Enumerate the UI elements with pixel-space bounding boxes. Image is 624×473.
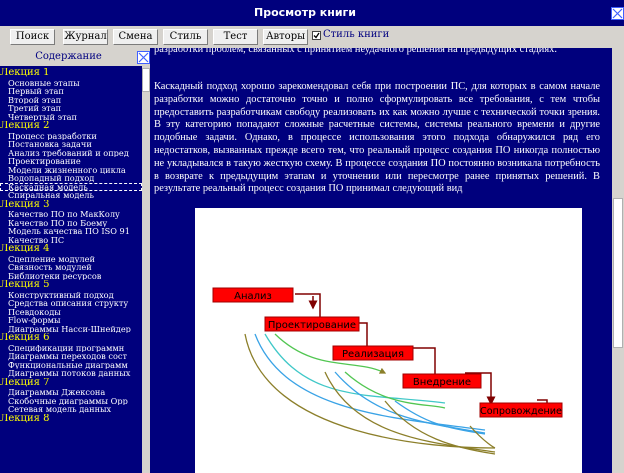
close-icon[interactable] [611,7,624,20]
sidebar-item[interactable]: Псевдокоды [0,308,142,317]
style-button[interactable]: Стиль [163,29,208,45]
content-scrollbar[interactable] [612,48,624,473]
sidebar-item[interactable]: Спецификации программн [0,344,142,353]
sidebar-item[interactable]: Каскадная модель [0,182,142,191]
sidebar-lecture-heading[interactable]: Лекция 3 [0,200,142,211]
book-style-label: Стиль книги [323,29,390,40]
sidebar-scroll-thumb[interactable] [142,68,150,92]
sidebar-item[interactable]: Анализ требований и опред [0,149,142,158]
contents-title: Содержание [35,51,102,62]
title-bar: Просмотр книги [0,0,624,26]
test-button[interactable]: Тест [213,29,258,45]
stage-label: Внедрение [413,377,471,388]
sidebar-scrollbar[interactable] [142,66,150,473]
content-paragraph: Каскадный подход хорошо зарекомендовал с… [154,81,600,195]
sidebar-item[interactable]: Конструктивный подход [0,291,142,300]
stage-maintenance: Сопровождение [479,402,563,418]
sidebar-item[interactable]: Спиральная модель [0,191,142,200]
sidebar-item[interactable]: Четвертый этап [0,113,142,122]
sidebar-lecture-heading[interactable]: Лекция 4 [0,244,142,255]
close-sidebar-icon[interactable] [137,51,150,64]
sidebar-item[interactable]: Постановка задачи [0,140,142,149]
sidebar-lecture-heading[interactable]: Лекция 6 [0,333,142,344]
stage-design: Проектирование [264,316,360,332]
stage-label: Анализ [234,291,272,302]
forward-arrow [295,293,321,320]
sidebar-lecture-heading[interactable]: Лекция 5 [0,280,142,291]
sidebar-lecture-heading[interactable]: Лекция 2 [0,121,142,132]
sidebar-item[interactable]: Диаграммы Джексона [0,388,142,397]
sidebar-item[interactable]: Качество ПО по Боему [0,219,142,228]
sidebar-item[interactable]: Основные этапы [0,79,142,88]
sidebar-item[interactable]: Модели жизненного цикла [0,166,142,175]
sidebar-item[interactable]: Функциональные диаграмм [0,361,142,370]
sidebar-item[interactable]: Диаграммы потоков данных [0,369,142,378]
stage-deployment: Внедрение [402,373,482,389]
authors-button[interactable]: Авторы [263,29,308,45]
sidebar-item[interactable]: Модель качества ПО ISO 91 [0,227,142,236]
contents-sidebar: Содержание Лекция 1 Основные этапы Первый … [0,48,150,473]
sidebar-lecture-heading[interactable]: Лекция 1 [0,68,142,79]
sidebar-item[interactable]: Скобочные диаграммы Орр [0,397,142,406]
sidebar-item[interactable]: Второй этап [0,96,142,105]
sidebar-item[interactable]: Flow-формы [0,316,142,325]
sidebar-item[interactable]: Качество ПС [0,236,142,245]
waterfall-diagram-svg: Анализ Проектирование Реализация Внедрен… [212,287,563,455]
checkmark-icon [313,32,320,39]
stage-label: Реализация [342,349,404,360]
window-title: Просмотр книги [253,6,356,19]
sidebar-item[interactable]: Проектирование [0,157,142,166]
sidebar-item[interactable]: Первый этап [0,87,142,96]
content-scroll-thumb[interactable] [613,198,623,348]
sidebar-item[interactable]: Библиотеки ресурсов [0,272,142,281]
sidebar-item[interactable]: Процесс разработки [0,132,142,141]
sidebar-item[interactable]: Связность модулей [0,263,142,272]
sidebar-item[interactable]: Третий этап [0,104,142,113]
search-button[interactable]: Поиск [10,29,55,45]
journal-button[interactable]: Журнал [63,29,108,45]
sidebar-item[interactable]: Сцепление модулей [0,255,142,264]
sidebar-item[interactable]: Средства описания структу [0,299,142,308]
sidebar-item[interactable]: Водопадный подход [0,174,142,183]
contents-list: Лекция 1 Основные этапы Первый этап Второй … [0,68,142,473]
book-viewer-window: Просмотр книги Поиск Журнал Смена Стиль … [0,0,624,473]
book-content: разработки проблем, связанных с принятие… [150,48,612,473]
waterfall-diagram: Анализ Проектирование Реализация Внедрен… [195,208,582,473]
sidebar-lecture-heading[interactable]: Лекция 7 [0,378,142,389]
stage-label: Проектирование [268,320,356,331]
stage-implementation: Реализация [332,345,414,361]
contents-header: Содержание [0,48,150,66]
stage-label: Сопровождение [480,406,562,417]
sidebar-item[interactable]: Сетевая модель данных [0,405,142,414]
stage-analysis: Анализ [212,287,294,303]
sidebar-item[interactable]: Диаграммы переходов сост [0,352,142,361]
sidebar-item[interactable]: Диаграммы Насси-Шнейдер [0,325,142,334]
sidebar-item[interactable]: Качество ПО по МакКолу [0,210,142,219]
book-style-checkbox[interactable] [312,31,321,40]
sidebar-lecture-heading[interactable]: Лекция 8 [0,414,142,425]
toolbar: Поиск Журнал Смена Стиль Тест Авторы Сти… [0,26,624,48]
change-button[interactable]: Смена [113,29,158,45]
intro-fragment: разработки проблем, связанных с принятие… [154,48,557,55]
feedback-curve [264,333,446,404]
